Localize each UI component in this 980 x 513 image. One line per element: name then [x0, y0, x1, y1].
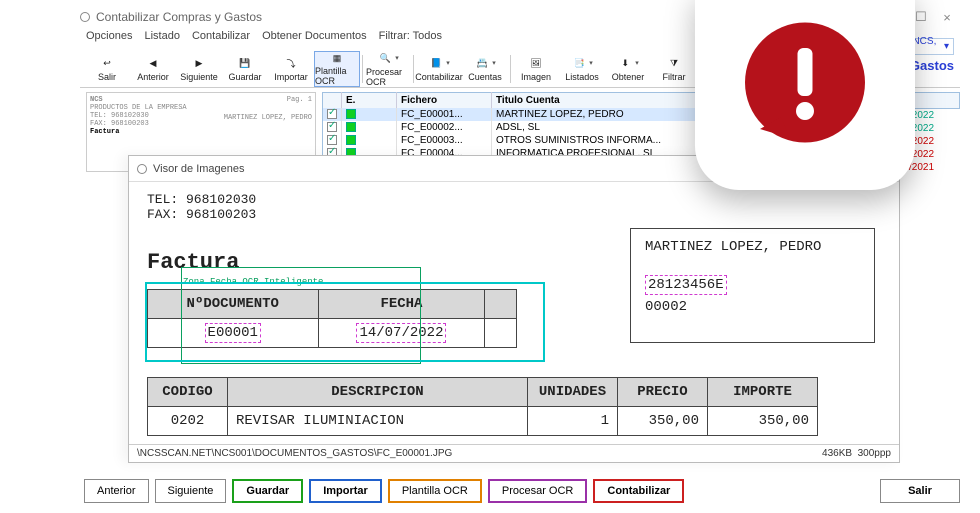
- th-precio: PRECIO: [618, 378, 708, 407]
- file-dpi: 300ppp: [858, 448, 891, 459]
- client-box: MARTINEZ LOPEZ, PEDRO 28123456E 00002: [630, 228, 875, 343]
- visor-window: Visor de Imagenes — ☐ × TEL: 968102030 F…: [128, 155, 900, 463]
- td-codigo: 0202: [148, 407, 228, 436]
- menu-obtener[interactable]: Obtener Documentos: [262, 30, 367, 48]
- visor-title: Visor de Imagenes: [153, 163, 245, 175]
- fetch-icon: ⬇: [617, 55, 633, 71]
- th-codigo: CODIGO: [148, 378, 228, 407]
- tb-guardar[interactable]: 💾Guardar: [222, 51, 268, 87]
- file-path: \NCSSCAN.NET\NCS001\DOCUMENTOS_GASTOS\FC…: [137, 448, 452, 459]
- template-icon: ▦: [329, 52, 345, 65]
- image-icon: 🖼: [528, 55, 544, 71]
- alert-bubble: [695, 0, 915, 190]
- tb-importar[interactable]: ⤵Importar: [268, 51, 314, 87]
- th-importe: IMPORTE: [708, 378, 818, 407]
- td-uds: 1: [528, 407, 618, 436]
- btn-siguiente[interactable]: Siguiente: [155, 479, 227, 503]
- next-icon: ▶: [191, 55, 207, 71]
- th-uds: UNIDADES: [528, 378, 618, 407]
- btn-plantilla[interactable]: Plantilla OCR: [388, 479, 482, 503]
- td-desc: REVISAR ILUMINIACION: [228, 407, 528, 436]
- alert-icon: [730, 15, 880, 165]
- tel-line: TEL: 968102030: [147, 192, 881, 207]
- tb-listados[interactable]: 📑▾Listados: [559, 51, 605, 87]
- td-precio: 350,00: [618, 407, 708, 436]
- btn-salir[interactable]: Salir: [880, 479, 960, 503]
- chevron-down-icon: ▾: [944, 41, 949, 52]
- client-name: MARTINEZ LOPEZ, PEDRO: [645, 239, 860, 255]
- book-icon: 📘: [428, 55, 444, 71]
- tb-filtrar[interactable]: ⧩Filtrar: [651, 51, 697, 87]
- btn-procesar[interactable]: Procesar OCR: [488, 479, 588, 503]
- prev-icon: ◀: [145, 55, 161, 71]
- file-size: 436KB: [822, 448, 852, 459]
- tb-siguiente[interactable]: ▶Siguiente: [176, 51, 222, 87]
- tb-salir[interactable]: ↩Salir: [84, 51, 130, 87]
- tb-contabilizar[interactable]: 📘▾Contabilizar: [416, 51, 462, 87]
- ocr-icon: 🔍: [377, 50, 393, 66]
- menu-listado[interactable]: Listado: [144, 30, 179, 48]
- col-checkbox: [323, 93, 342, 109]
- btn-importar[interactable]: Importar: [309, 479, 382, 503]
- status-green-icon: [346, 122, 356, 132]
- col-e: E.: [342, 93, 397, 109]
- btn-guardar[interactable]: Guardar: [232, 479, 303, 503]
- status-green-icon: [346, 135, 356, 145]
- menu-opciones[interactable]: Opciones: [86, 30, 132, 48]
- visor-statusbar: \NCSSCAN.NET\NCS001\DOCUMENTOS_GASTOS\FC…: [129, 444, 899, 462]
- tb-imagen[interactable]: 🖼Imagen: [513, 51, 559, 87]
- menu-contabilizar[interactable]: Contabilizar: [192, 30, 250, 48]
- status-green-icon: [346, 109, 356, 119]
- td-importe: 350,00: [708, 407, 818, 436]
- th-desc: DESCRIPCION: [228, 378, 528, 407]
- visor-body: TEL: 968102030 FAX: 968100203 Factura Zo…: [129, 182, 899, 444]
- filter-icon: ⧩: [666, 55, 682, 71]
- checkbox-icon[interactable]: [327, 109, 337, 119]
- client-code: 00002: [645, 299, 860, 315]
- checkbox-icon[interactable]: [327, 135, 337, 145]
- client-nif: 28123456E: [645, 275, 727, 295]
- tb-plantilla-ocr[interactable]: ▦Plantilla OCR: [314, 51, 360, 87]
- btn-anterior[interactable]: Anterior: [84, 479, 149, 503]
- accounts-icon: 📇: [474, 55, 490, 71]
- ocr-zone-cyan: [145, 282, 545, 362]
- tb-procesar-ocr[interactable]: 🔍▾Procesar OCR: [365, 51, 411, 87]
- checkbox-icon[interactable]: [327, 122, 337, 132]
- exit-icon: ↩: [99, 55, 115, 71]
- close-button[interactable]: ×: [934, 10, 960, 25]
- tb-obtener[interactable]: ⬇▾Obtener: [605, 51, 651, 87]
- btn-contabilizar[interactable]: Contabilizar: [593, 479, 684, 503]
- visor-app-icon: [137, 164, 147, 174]
- window-title: Contabilizar Compras y Gastos: [96, 10, 262, 24]
- save-icon: 💾: [237, 55, 253, 71]
- invoice-lines-table: CODIGO DESCRIPCION UNIDADES PRECIO IMPOR…: [147, 377, 818, 436]
- tb-cuentas[interactable]: 📇▾Cuentas: [462, 51, 508, 87]
- invoice-line-row: 0202 REVISAR ILUMINIACION 1 350,00 350,0…: [148, 407, 818, 436]
- menu-filtrar[interactable]: Filtrar: Todos: [379, 30, 442, 48]
- col-fichero: Fichero: [397, 93, 492, 109]
- tb-anterior[interactable]: ◀Anterior: [130, 51, 176, 87]
- list-icon: 📑: [571, 55, 587, 71]
- import-icon: ⤵: [283, 55, 299, 71]
- bottom-button-bar: Anterior Siguiente Guardar Importar Plan…: [80, 477, 960, 505]
- fax-line: FAX: 968100203: [147, 207, 881, 222]
- app-icon: [80, 12, 90, 22]
